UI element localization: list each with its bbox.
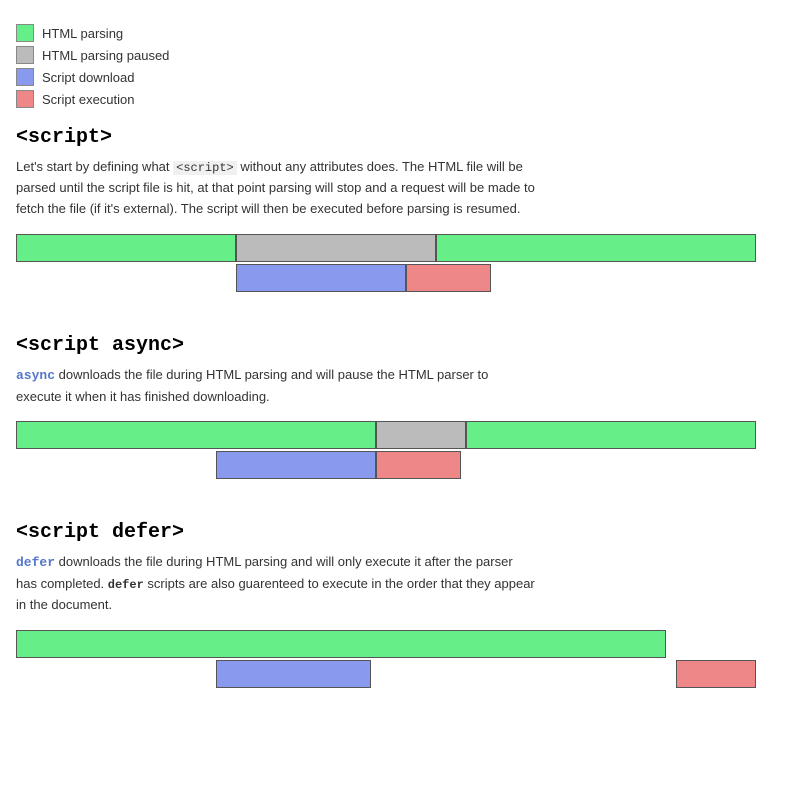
legend-items: HTML parsing HTML parsing paused Script do… bbox=[16, 24, 771, 108]
diagram-bar bbox=[436, 234, 756, 262]
legend-label: Script download bbox=[42, 70, 135, 85]
legend-color-box bbox=[16, 24, 34, 42]
diagram-bar bbox=[16, 421, 376, 449]
sections-container: <script>Let's start by defining what <sc… bbox=[16, 126, 771, 710]
legend-color-box bbox=[16, 46, 34, 64]
diagram-bar bbox=[236, 264, 406, 292]
section-description: defer downloads the file during HTML par… bbox=[16, 552, 536, 616]
section-title: <script defer> bbox=[16, 521, 771, 544]
diagram-script bbox=[16, 234, 756, 314]
section-title: <script async> bbox=[16, 334, 771, 357]
inline-code-blue: async bbox=[16, 368, 55, 383]
diagram-bar bbox=[406, 264, 491, 292]
diagram-bar bbox=[216, 451, 376, 479]
legend-label: Script execution bbox=[42, 92, 135, 107]
diagram-bar bbox=[236, 234, 436, 262]
legend-item: HTML parsing bbox=[16, 24, 771, 42]
diagram-bar bbox=[16, 630, 666, 658]
legend: HTML parsing HTML parsing paused Script do… bbox=[16, 24, 771, 108]
section-description: async downloads the file during HTML par… bbox=[16, 365, 536, 408]
legend-item: Script download bbox=[16, 68, 771, 86]
diagram-script-defer bbox=[16, 630, 756, 710]
inline-code-blue: defer bbox=[16, 555, 55, 570]
section-title: <script> bbox=[16, 126, 771, 149]
legend-label: HTML parsing paused bbox=[42, 48, 169, 63]
diagram-bar bbox=[466, 421, 756, 449]
legend-color-box bbox=[16, 90, 34, 108]
legend-color-box bbox=[16, 68, 34, 86]
diagram-bar bbox=[376, 421, 466, 449]
section-description: Let's start by defining what <script> wi… bbox=[16, 157, 536, 220]
legend-item: Script execution bbox=[16, 90, 771, 108]
legend-item: HTML parsing paused bbox=[16, 46, 771, 64]
diagram-bar bbox=[676, 660, 756, 688]
legend-label: HTML parsing bbox=[42, 26, 123, 41]
diagram-bar bbox=[216, 660, 371, 688]
inline-code-bold: defer bbox=[108, 578, 144, 592]
diagram-script-async bbox=[16, 421, 756, 501]
diagram-bar bbox=[16, 234, 236, 262]
inline-code: <script> bbox=[173, 161, 237, 175]
diagram-bar bbox=[376, 451, 461, 479]
